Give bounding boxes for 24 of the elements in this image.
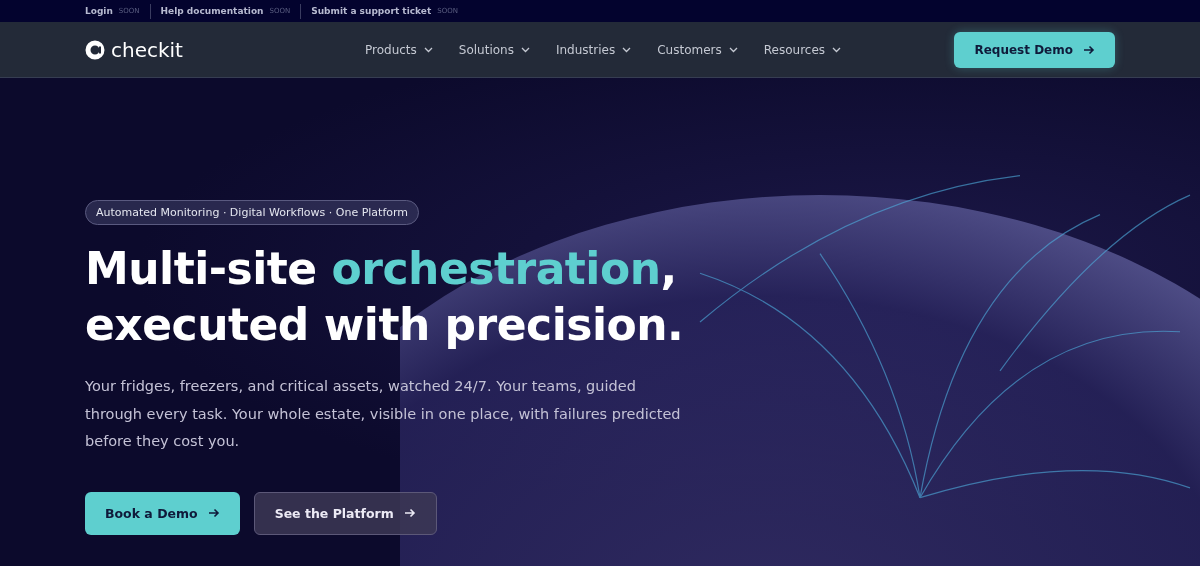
- logo-text: checkit: [111, 37, 183, 62]
- logo-icon: [85, 39, 105, 60]
- top-bar-link[interactable]: Login: [85, 6, 113, 16]
- chevron-down-icon: [622, 46, 632, 53]
- hero-headline: Multi-site orchestration, executed with precision.: [85, 242, 685, 352]
- nav-menu-item[interactable]: Products: [365, 42, 433, 57]
- arrow-right-icon: [1083, 43, 1095, 56]
- chevron-down-icon: [520, 46, 530, 53]
- nav-menu-item[interactable]: Industries: [555, 42, 632, 57]
- platform-button[interactable]: See the Platform: [253, 491, 437, 535]
- arrow-right-icon: [403, 507, 416, 519]
- chevron-down-icon: [423, 46, 433, 53]
- top-bar-link[interactable]: Help documentation: [160, 6, 264, 16]
- chevron-down-icon: [832, 46, 842, 53]
- chevron-down-icon: [728, 46, 738, 53]
- request-demo-button[interactable]: Request Demo: [954, 31, 1115, 68]
- book-demo-button[interactable]: Book a Demo: [85, 491, 240, 535]
- nav-menu-item[interactable]: Solutions: [458, 42, 530, 57]
- tagline-pill: Automated Monitoring · Digital Workflows · One Platform: [85, 200, 420, 225]
- nav-menu-item[interactable]: Resources: [763, 42, 842, 57]
- top-bar-link[interactable]: Submit a support ticket: [311, 6, 432, 16]
- arrow-right-icon: [207, 507, 220, 519]
- hero-description: Your fridges, freezers, and critical assets, watched 24/7. Your teams, guided through every task. Your whole estate, visible in one place, with failures predicted before they cost you.: [85, 377, 682, 451]
- nav-menu-item[interactable]: Customers: [657, 42, 738, 57]
